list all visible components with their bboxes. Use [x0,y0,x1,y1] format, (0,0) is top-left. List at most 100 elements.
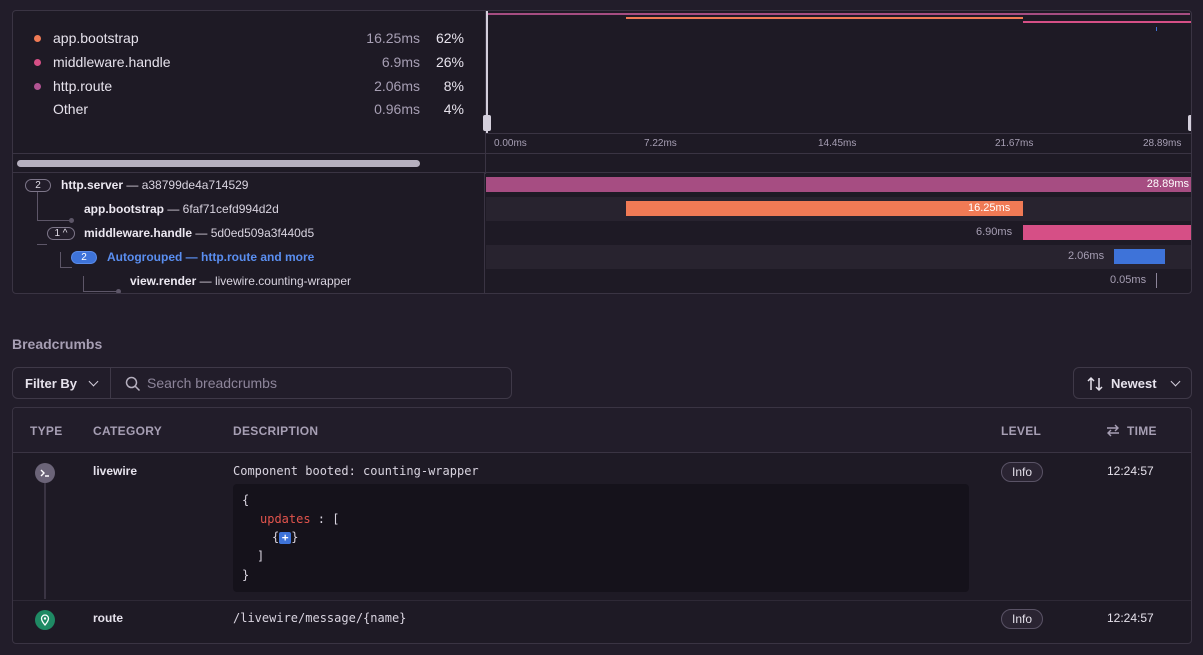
summary-row[interactable]: app.bootstrap 16.25ms 62% [13,28,486,48]
json-brace: } [242,568,250,582]
timeline-row[interactable]: 16.25ms [486,197,1191,221]
sort-label: Newest [1111,376,1157,391]
span-description: 5d0ed509a3f440d5 [210,226,315,240]
breadcrumb-category: livewire [93,464,138,478]
span-bar[interactable] [1114,249,1165,264]
autogroup-count-badge[interactable]: 2 [71,251,97,264]
span-tree: 2 http.server — a38799de4a714529 app.boo… [13,173,485,293]
span-op: Autogrouped [107,250,183,264]
span-description: 6faf71cefd994d2d [182,202,279,216]
horizontal-scrollbar[interactable] [17,160,420,167]
minimap-span-line [1156,27,1157,31]
span-op: app.bootstrap [84,202,164,216]
breadcrumbs-table: TYPE CATEGORY DESCRIPTION LEVEL TIME liv… [12,407,1192,644]
summary-percent: 62% [435,30,464,46]
json-separator: : [ [310,512,340,526]
summary-duration: 0.96ms [374,101,420,117]
column-header-level: LEVEL [1001,424,1042,438]
swap-arrows-icon[interactable] [1106,424,1120,437]
json-line: {+} [272,530,298,544]
span-label: middleware.handle — 5d0ed509a3f440d5 [84,226,315,240]
minimap-time-axis: 0.00ms 7.22ms 14.45ms 21.67ms 28.89ms [486,133,1191,153]
timeline-row[interactable]: 6.90ms [486,221,1191,245]
span-duration-label: 2.06ms [1068,250,1105,262]
tick-label: 7.22ms [644,138,677,149]
color-dot [34,59,41,66]
breadcrumb-row[interactable]: route /livewire/message/{name} Info 12:2… [13,600,1191,643]
summary-row[interactable]: middleware.handle 6.9ms 26% [13,52,486,72]
breadcrumb-data-json: { updates : [ {+} ] } [233,484,969,592]
tick-label: 28.89ms [1143,138,1182,149]
span-row[interactable]: 2 http.server — a38799de4a714529 [13,173,485,197]
span-bar[interactable] [1023,225,1191,240]
breadcrumb-filter-bar: Filter By [12,367,512,399]
timeline-row[interactable]: 2.06ms [486,245,1191,269]
autogroup-label[interactable]: Autogrouped — http.route and more [107,250,314,264]
search-icon [125,376,141,392]
trace-minimap[interactable]: 0.00ms 7.22ms 14.45ms 21.67ms 28.89ms [483,11,1192,153]
sort-button[interactable]: Newest [1073,367,1192,399]
column-header-type: TYPE [30,424,63,438]
minimap-span-line [1023,21,1191,23]
span-bar[interactable] [626,201,1023,216]
span-label: http.server — a38799de4a714529 [61,178,249,192]
minimap-left-grip[interactable] [483,115,491,131]
span-timeline: 28.89ms 16.25ms 6.90ms 2.06ms 0.05ms [486,173,1191,293]
timeline-row[interactable]: 0.05ms [486,269,1191,293]
minimap-span-line [626,17,1023,19]
tick-label: 14.45ms [818,138,857,149]
search-breadcrumbs-input[interactable] [147,373,497,393]
terminal-icon [35,463,55,483]
breadcrumbs-title: Breadcrumbs [12,336,103,352]
span-op: http.server [61,178,124,192]
json-key[interactable]: updates [260,512,311,526]
expand-object-button[interactable]: + [279,531,292,544]
minimap-right-handle[interactable] [1191,11,1192,133]
summary-percent: 4% [443,101,464,117]
span-label: view.render — livewire.counting-wrapper [130,274,351,288]
timeline-row[interactable]: 28.89ms [486,173,1191,197]
tree-scroll-row [13,153,1191,174]
span-duration-label: 0.05ms [1110,274,1147,286]
filter-by-button[interactable]: Filter By [13,368,111,398]
summary-percent: 8% [443,78,464,94]
tick-label: 0.00ms [494,138,527,149]
json-brace: } [291,530,299,544]
column-header-description: DESCRIPTION [233,424,319,438]
breadcrumb-description: /livewire/message/{name} [233,611,407,625]
span-op: middleware.handle [84,226,193,240]
chevron-up-icon: ^ [60,228,68,239]
trace-panel: app.bootstrap 16.25ms 62% middleware.han… [12,10,1192,294]
span-row-autogrouped[interactable]: 2 Autogrouped — http.route and more [13,245,485,269]
location-pin-icon [35,610,55,630]
summary-row[interactable]: Other 0.96ms 4% [13,99,486,119]
json-brace: { [272,530,280,544]
json-brace: { [242,493,250,507]
table-header: TYPE CATEGORY DESCRIPTION LEVEL TIME [13,408,1191,453]
chevron-down-icon [1170,376,1181,387]
chevron-down-icon [88,376,99,387]
span-bar[interactable] [486,177,1191,192]
json-bracket: ] [257,549,265,563]
breadcrumb-time: 12:24:57 [1107,464,1154,478]
span-row[interactable]: view.render — livewire.counting-wrapper [13,269,485,293]
minimap-right-grip[interactable] [1188,115,1191,131]
span-row[interactable]: 1 ^ middleware.handle — 5d0ed509a3f440d5 [13,221,485,245]
summary-row[interactable]: http.route 2.06ms 8% [13,76,486,96]
span-row[interactable]: app.bootstrap — 6faf71cefd994d2d [13,197,485,221]
sort-arrows-icon [1087,376,1103,392]
span-description: http.route and more [201,250,315,264]
span-description: a38799de4a714529 [141,178,249,192]
tick-label: 21.67ms [995,138,1034,149]
summary-duration: 2.06ms [374,78,420,94]
summary-duration: 16.25ms [366,30,420,46]
span-bar[interactable] [1156,273,1157,288]
span-duration-label: 28.89ms [1146,178,1189,190]
collapse-toggle-badge[interactable]: 1 ^ [47,227,75,240]
summary-percent: 26% [435,54,464,70]
span-summary-legend: app.bootstrap 16.25ms 62% middleware.han… [13,11,486,153]
level-badge: Info [1001,609,1044,629]
breadcrumb-category: route [93,611,123,625]
minimap-span-line [488,13,1190,15]
child-count-badge[interactable]: 2 [25,179,51,192]
